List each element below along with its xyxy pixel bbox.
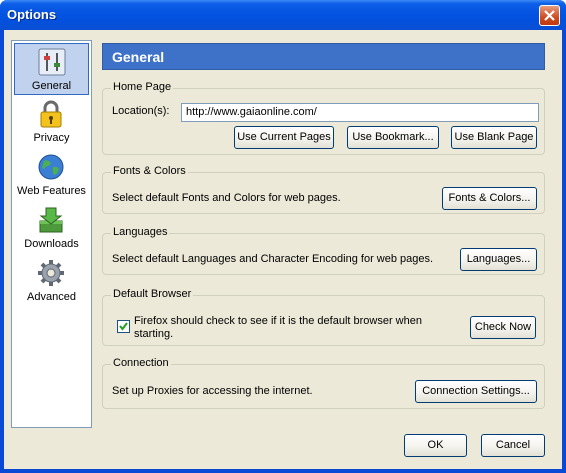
group-label: Default Browser <box>111 288 194 300</box>
use-bookmark-button[interactable]: Use Bookmark... <box>347 126 439 149</box>
connection-settings-button[interactable]: Connection Settings... <box>415 380 537 403</box>
panel-header: General <box>102 43 545 70</box>
sidebar-item-label: Downloads <box>24 238 79 250</box>
checkmark-icon <box>119 322 128 331</box>
fonts-colors-group: Fonts & Colors Select default Fonts and … <box>102 165 545 214</box>
gear-icon <box>38 260 64 286</box>
connection-group: Connection Set up Proxies for accessing … <box>102 357 545 409</box>
group-label: Connection <box>111 357 171 369</box>
default-browser-group: Default Browser Firefox should check to … <box>102 288 545 346</box>
sidebar-item-advanced[interactable]: Advanced <box>14 255 89 307</box>
window-title: Options <box>7 7 57 22</box>
sidebar-item-label: General <box>31 80 72 92</box>
close-icon <box>544 10 555 21</box>
globe-icon <box>38 154 64 180</box>
location-label: Location(s): <box>112 105 170 117</box>
default-browser-check-label-cont: starting. <box>134 328 174 340</box>
fonts-colors-description: Select default Fonts and Colors for web … <box>112 192 341 204</box>
panel-title: General <box>112 49 165 65</box>
general-icon <box>38 48 66 76</box>
sidebar-item-label: Web Features <box>17 185 86 197</box>
dialog-body: General Privacy Web Features Downloads A… <box>4 30 562 469</box>
ok-button[interactable]: OK <box>404 434 467 457</box>
lock-icon <box>40 100 62 128</box>
category-sidebar: General Privacy Web Features Downloads A… <box>11 40 92 428</box>
options-window: Options General Privacy Web Features Dow… <box>0 0 566 473</box>
group-label: Home Page <box>111 81 174 93</box>
cancel-button[interactable]: Cancel <box>481 434 545 457</box>
close-button[interactable] <box>539 5 560 26</box>
sidebar-item-downloads[interactable]: Downloads <box>14 202 89 254</box>
title-bar[interactable]: Options <box>0 0 566 30</box>
home-page-location-input[interactable]: http://www.gaiaonline.com/ <box>181 103 539 122</box>
fonts-colors-button[interactable]: Fonts & Colors... <box>442 187 537 210</box>
sidebar-item-label: Advanced <box>27 291 76 303</box>
sidebar-item-web-features[interactable]: Web Features <box>14 149 89 201</box>
home-page-group: Home Page Location(s): http://www.gaiaon… <box>102 81 545 155</box>
default-browser-check-label: Firefox should check to see if it is the… <box>134 315 422 327</box>
languages-description: Select default Languages and Character E… <box>112 253 434 265</box>
use-current-pages-button[interactable]: Use Current Pages <box>234 126 334 149</box>
default-browser-checkbox[interactable] <box>117 320 130 333</box>
group-label: Languages <box>111 226 170 238</box>
check-now-button[interactable]: Check Now <box>470 316 536 339</box>
connection-description: Set up Proxies for accessing the interne… <box>112 385 313 397</box>
sidebar-item-general[interactable]: General <box>14 43 89 95</box>
downloads-icon <box>39 207 63 233</box>
sidebar-item-privacy[interactable]: Privacy <box>14 96 89 148</box>
languages-group: Languages Select default Languages and C… <box>102 226 545 275</box>
use-blank-page-button[interactable]: Use Blank Page <box>451 126 537 149</box>
languages-button[interactable]: Languages... <box>460 248 537 271</box>
sidebar-item-label: Privacy <box>33 132 70 144</box>
group-label: Fonts & Colors <box>111 165 188 177</box>
